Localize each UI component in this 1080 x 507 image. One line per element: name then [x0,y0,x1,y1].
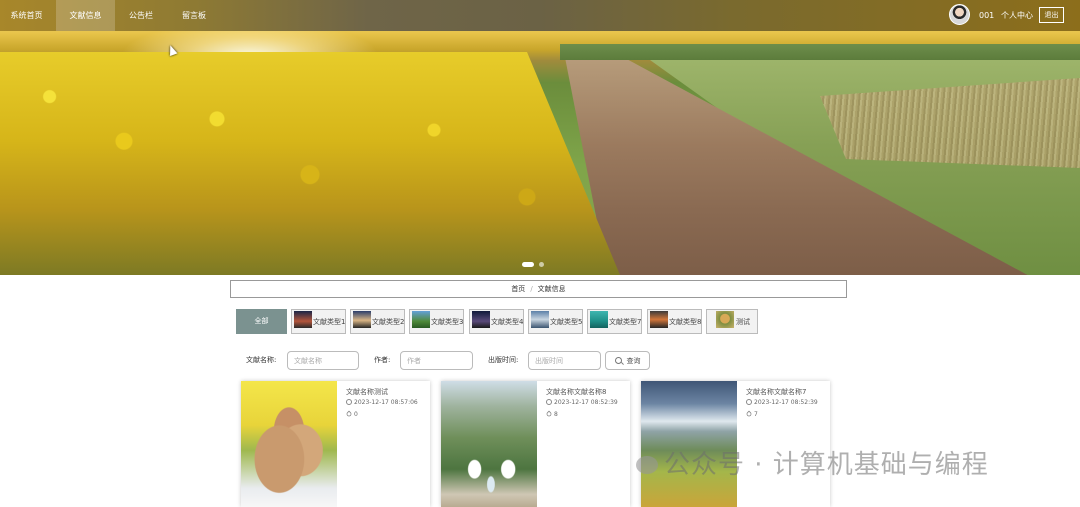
search-date-input[interactable] [528,351,601,370]
category-thumbnail [294,311,312,328]
category-tab-3[interactable]: 文献类型3 [409,309,464,334]
card-count-value: 0 [354,411,358,418]
clock-icon [546,399,552,405]
nav-item-literature[interactable]: 文献信息 [56,0,115,31]
card-time: 2023-12-17 08:52:39 [746,399,818,406]
card-time-value: 2023-12-17 08:52:39 [554,399,618,406]
card-title[interactable]: 文献名称测试 [346,387,388,397]
search-name-label: 文献名称: [246,356,277,364]
category-tab-8[interactable]: 文献类型8 [647,309,702,334]
category-label: 文献类型3 [431,318,464,326]
category-thumbnail [353,311,371,328]
category-tab-test[interactable]: 测试 [706,309,758,334]
breadcrumb-current: 文献信息 [537,285,566,293]
category-thumbnail [716,311,734,328]
category-label: 文献类型2 [372,318,405,326]
card-count-value: 7 [754,411,758,418]
category-thumbnail [472,311,490,328]
heart-icon [545,410,553,418]
category-tab-all[interactable]: 全部 [236,309,287,334]
search-button[interactable]: 查询 [605,351,650,370]
card-count: 8 [545,410,558,418]
search-author-label: 作者: [374,356,391,364]
literature-card[interactable]: 文献名称测试 2023-12-17 08:57:06 0 [241,381,430,507]
nav-item-notice[interactable]: 公告栏 [118,0,164,31]
wechat-logo-icon [636,456,658,474]
watermark-text: 公众号 · 计算机基础与编程 [664,450,989,480]
card-count-value: 8 [554,411,558,418]
category-label: 文献类型8 [669,318,702,326]
category-label: 文献类型4 [491,318,524,326]
avatar[interactable] [949,4,970,25]
carousel-dot-1[interactable] [522,262,534,267]
heart-icon [345,410,353,418]
banner-carousel[interactable] [0,0,1080,275]
user-name: 001 [979,11,995,20]
breadcrumb: 首页 / 文献信息 [230,280,847,298]
category-thumbnail [412,311,430,328]
banner-rapeseed-field [0,52,620,275]
category-label: 测试 [736,318,750,326]
card-time: 2023-12-17 08:57:06 [346,399,418,406]
card-title[interactable]: 文献名称文献名称7 [746,387,806,397]
search-date-label: 出版时间: [488,356,519,364]
top-nav: 系统首页 文献信息 公告栏 留言板 001 个人中心 退出 [0,0,1080,31]
banner-horizon [560,44,1080,60]
card-time: 2023-12-17 08:52:39 [546,399,618,406]
category-thumbnail [531,311,549,328]
heart-icon [745,410,753,418]
category-tab-2[interactable]: 文献类型2 [350,309,405,334]
card-time-value: 2023-12-17 08:57:06 [354,399,418,406]
card-count: 0 [345,410,358,418]
search-name-input[interactable] [287,351,359,370]
category-tab-4[interactable]: 文献类型4 [469,309,524,334]
category-tab-1[interactable]: 文献类型1 [291,309,346,334]
card-time-value: 2023-12-17 08:52:39 [754,399,818,406]
category-tab-7[interactable]: 文献类型7 [587,309,642,334]
category-label: 文献类型7 [609,318,642,326]
category-thumbnail [590,311,608,328]
clock-icon [346,399,352,405]
category-label: 全部 [254,317,269,325]
nav-item-message-board[interactable]: 留言板 [170,0,218,31]
card-image-rabbit[interactable] [241,381,337,507]
search-button-label: 查询 [626,356,641,365]
category-label: 文献类型1 [313,318,346,326]
card-count: 7 [745,410,758,418]
nav-item-home[interactable]: 系统首页 [0,0,53,31]
carousel-dot-2[interactable] [539,262,544,267]
watermark: 公众号 · 计算机基础与编程 [636,444,1056,484]
category-thumbnail [650,311,668,328]
breadcrumb-home[interactable]: 首页 [511,285,525,293]
logout-button[interactable]: 退出 [1039,7,1064,23]
literature-card[interactable]: 文献名称文献名称8 2023-12-17 08:52:39 8 [441,381,630,507]
card-title[interactable]: 文献名称文献名称8 [546,387,606,397]
breadcrumb-separator: / [530,285,533,293]
card-image-family[interactable] [441,381,537,507]
search-icon [614,356,622,364]
user-center-link[interactable]: 个人中心 [1001,0,1033,31]
search-author-input[interactable] [400,351,473,370]
category-label: 文献类型5 [550,318,583,326]
category-tab-5[interactable]: 文献类型5 [528,309,583,334]
clock-icon [746,399,752,405]
